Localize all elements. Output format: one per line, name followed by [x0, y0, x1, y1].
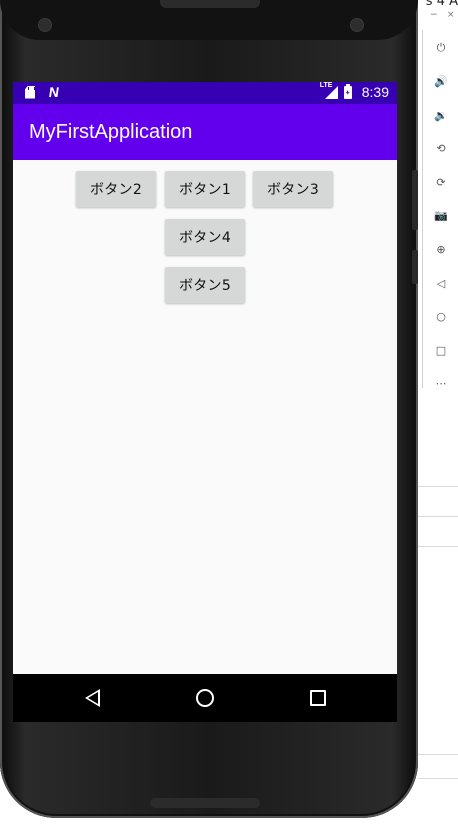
rotate-left-icon[interactable]: ⟲ — [423, 135, 458, 161]
volume-down-icon[interactable]: 🔉 — [423, 102, 458, 128]
background-divider — [418, 754, 458, 755]
back-icon[interactable] — [85, 689, 100, 707]
rotate-right-icon[interactable]: ⟳ — [423, 169, 458, 195]
screenshot-icon[interactable]: 📷 — [423, 202, 458, 228]
minimize-icon[interactable]: − — [430, 10, 438, 20]
button-5[interactable]: ボタン5 — [165, 267, 245, 303]
navigation-bar — [13, 674, 397, 722]
battery-charging-icon — [343, 84, 352, 99]
device-screen: N LTE 8:39 MyFirstApplication ボタン2 ボタン1 … — [13, 82, 397, 722]
bottom-speaker — [150, 798, 260, 808]
signal-strength-icon — [324, 86, 338, 99]
home-icon[interactable] — [196, 689, 214, 707]
status-right-icons: LTE 8:39 — [320, 82, 389, 100]
phone-frame: N LTE 8:39 MyFirstApplication ボタン2 ボタン1 … — [0, 0, 418, 818]
volume-up-icon[interactable]: 🔊 — [423, 68, 458, 94]
emulator-toolbar: ⏻ 🔊 🔉 ⟲ ⟳ 📷 ⊕ ◁ ○ □ ⋯ — [422, 30, 458, 390]
earpiece-speaker — [160, 0, 260, 8]
main-content: ボタン2 ボタン1 ボタン3 ボタン4 ボタン5 — [13, 160, 397, 674]
button-4[interactable]: ボタン4 — [165, 219, 245, 255]
toolbar-home-icon[interactable]: ○ — [423, 303, 458, 329]
zoom-icon[interactable]: ⊕ — [423, 236, 458, 262]
recents-icon[interactable] — [310, 690, 326, 706]
button-1[interactable]: ボタン1 — [165, 171, 245, 207]
background-divider — [418, 516, 458, 517]
more-icon[interactable]: ⋯ — [423, 370, 458, 396]
button-3[interactable]: ボタン3 — [253, 171, 333, 207]
close-icon[interactable]: × — [447, 10, 455, 20]
volume-rocker — [412, 170, 418, 230]
status-left-icons: N — [25, 84, 61, 100]
front-camera-icon — [38, 18, 52, 32]
overview-icon[interactable]: □ — [423, 337, 458, 363]
status-bar: N LTE 8:39 — [13, 82, 397, 104]
sd-card-icon — [25, 85, 35, 99]
background-divider — [418, 486, 458, 487]
app-title: MyFirstApplication — [29, 121, 193, 143]
lte-signal-icon: LTE — [320, 82, 338, 100]
background-divider — [418, 778, 458, 779]
window-title-right: s 4 A — [425, 0, 458, 9]
power-icon[interactable]: ⏻ — [423, 35, 458, 61]
n-notification-icon: N — [47, 84, 61, 100]
toolbar-back-icon[interactable]: ◁ — [423, 270, 458, 296]
background-divider — [418, 546, 458, 547]
button-2[interactable]: ボタン2 — [76, 171, 156, 207]
app-bar: MyFirstApplication — [13, 104, 397, 160]
proximity-sensor-icon — [350, 18, 364, 32]
emulator-window: mai s 4 A N LTE — [0, 0, 458, 836]
status-clock: 8:39 — [361, 84, 389, 100]
power-key — [412, 250, 418, 284]
